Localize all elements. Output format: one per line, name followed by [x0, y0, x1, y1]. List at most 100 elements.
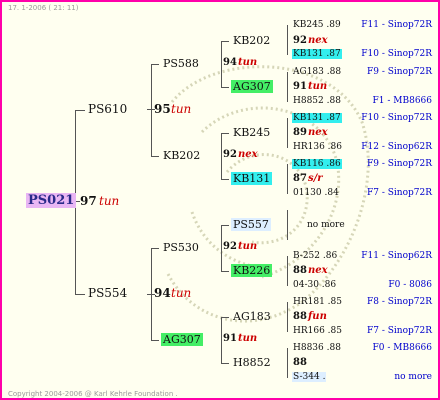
- connector: [287, 72, 288, 102]
- gen3-queen-rank: 88: [293, 357, 307, 368]
- gen4-position: F11 - Sinop72R: [361, 20, 432, 30]
- gen1-queen-id: PS554: [88, 286, 128, 300]
- gen3-queen-id: H8852: [233, 356, 271, 369]
- gen3-queen-rank: 89: [293, 127, 307, 138]
- pedigree-frame: 17. 1-2006 ( 21: 11) PS021 97 tun PS610 …: [0, 0, 440, 400]
- gen4-queen-id: B-252 .86: [293, 251, 338, 261]
- gen4-position: F9 - Sinop72R: [367, 67, 432, 77]
- connector: [221, 363, 229, 364]
- gen4-queen-id: HR136 .86: [293, 142, 342, 152]
- gen4-queen-id: H8852 .88: [293, 96, 341, 106]
- connector: [221, 317, 229, 318]
- connector: [221, 179, 229, 180]
- connector: [221, 317, 222, 363]
- gen4-queen-id: KB116 .86: [292, 159, 342, 169]
- gen4-queen-id: 01130 .84: [293, 188, 339, 198]
- gen3-queen-id: KB226: [231, 264, 273, 277]
- gen1-queen-note: tun: [171, 102, 192, 116]
- connector: [221, 225, 229, 226]
- gen3-queen-note: tun: [308, 81, 328, 92]
- gen4-queen-id: KB131 .87: [292, 49, 342, 59]
- connector: [287, 210, 288, 240]
- connector: [151, 340, 159, 341]
- gen4-position: F0 - 8086: [388, 280, 432, 290]
- gen2-queen-rank: 94: [223, 57, 237, 68]
- gen3-queen-rank: 88: [293, 311, 307, 322]
- gen4-no-more: no more: [307, 220, 345, 230]
- connector: [221, 225, 222, 271]
- queen-root-note: tun: [99, 194, 120, 208]
- gen3-queen-note: nex: [308, 35, 328, 46]
- gen1-queen-id: PS610: [88, 102, 128, 116]
- gen3-queen-note: nex: [308, 265, 328, 276]
- gen3-queen-rank: 87: [293, 173, 307, 184]
- gen3-queen-id: AG307: [231, 80, 273, 93]
- gen2-queen-id: AG307: [161, 333, 203, 346]
- gen4-position: F1 - MB8666: [372, 96, 432, 106]
- queen-root-rank: 97: [80, 194, 97, 208]
- connector: [151, 248, 152, 340]
- connector: [75, 110, 85, 111]
- gen3-queen-id: KB131: [231, 172, 273, 185]
- gen4-position: F10 - Sinop72R: [361, 113, 432, 123]
- gen2-queen-rank: 92: [223, 149, 237, 160]
- connector: [221, 87, 229, 88]
- copyright-footer: Copyright 2004-2006 @ Karl Kehrle Founda…: [8, 390, 178, 398]
- connector: [287, 302, 288, 332]
- gen2-queen-id: PS530: [163, 241, 199, 254]
- connector: [151, 64, 152, 156]
- gen2-queen-note: tun: [238, 333, 258, 344]
- gen3-queen-id: AG183: [233, 310, 271, 323]
- connector: [287, 348, 288, 378]
- connector: [221, 133, 229, 134]
- gen4-position: no more: [394, 372, 432, 382]
- connector: [75, 294, 85, 295]
- connector: [221, 271, 229, 272]
- gen4-queen-id: H8836 .88: [293, 343, 341, 353]
- gen2-queen-rank: 91: [223, 333, 237, 344]
- connector: [151, 248, 159, 249]
- gen3-queen-rank: 88: [293, 265, 307, 276]
- connector: [287, 256, 288, 286]
- gen4-queen-id: AG183 .88: [293, 67, 342, 77]
- gen2-queen-rank: 92: [223, 241, 237, 252]
- gen1-queen-rank: 94: [154, 286, 171, 300]
- gen4-position: F9 - Sinop72R: [367, 159, 432, 169]
- connector: [287, 164, 288, 194]
- queen-root-id: PS021: [26, 193, 77, 208]
- gen4-queen-id: 04-30 .86: [293, 280, 337, 290]
- gen2-queen-id: KB202: [163, 149, 201, 162]
- gen4-queen-id: S-344 .: [292, 372, 327, 382]
- connector: [287, 25, 288, 55]
- gen2-queen-id: PS588: [163, 57, 199, 70]
- gen3-queen-id: KB245: [233, 126, 271, 139]
- gen4-position: F7 - Sinop72R: [367, 326, 432, 336]
- connector: [151, 156, 159, 157]
- connector: [221, 41, 229, 42]
- gen3-queen-note: s/r: [308, 173, 323, 184]
- gen3-queen-rank: 91: [293, 81, 307, 92]
- gen4-queen-id: KB131 .87: [292, 113, 342, 123]
- connector: [287, 118, 288, 148]
- gen2-queen-note: tun: [238, 57, 258, 68]
- gen2-queen-note: tun: [238, 241, 258, 252]
- connector: [221, 133, 222, 179]
- date-header: 17. 1-2006 ( 21: 11): [8, 4, 79, 12]
- gen3-queen-id: KB202: [233, 34, 271, 47]
- gen1-queen-note: tun: [171, 286, 192, 300]
- gen3-queen-note: fun: [308, 311, 327, 322]
- gen4-position: F10 - Sinop72R: [361, 49, 432, 59]
- gen4-queen-id: HR181 .85: [293, 297, 342, 307]
- gen4-position: F0 - MB8666: [372, 343, 432, 353]
- gen4-queen-id: HR166 .85: [293, 326, 342, 336]
- gen3-queen-id: PS557: [231, 218, 271, 231]
- gen3-queen-rank: 92: [293, 35, 307, 46]
- gen4-queen-id: KB245 .89: [293, 20, 341, 30]
- gen4-position: F12 - Sinop62R: [361, 142, 432, 152]
- connector: [221, 41, 222, 87]
- gen3-queen-note: nex: [308, 127, 328, 138]
- gen4-position: F7 - Sinop72R: [367, 188, 432, 198]
- gen2-queen-note: nex: [238, 149, 258, 160]
- connector: [151, 64, 159, 65]
- gen4-position: F8 - Sinop72R: [367, 297, 432, 307]
